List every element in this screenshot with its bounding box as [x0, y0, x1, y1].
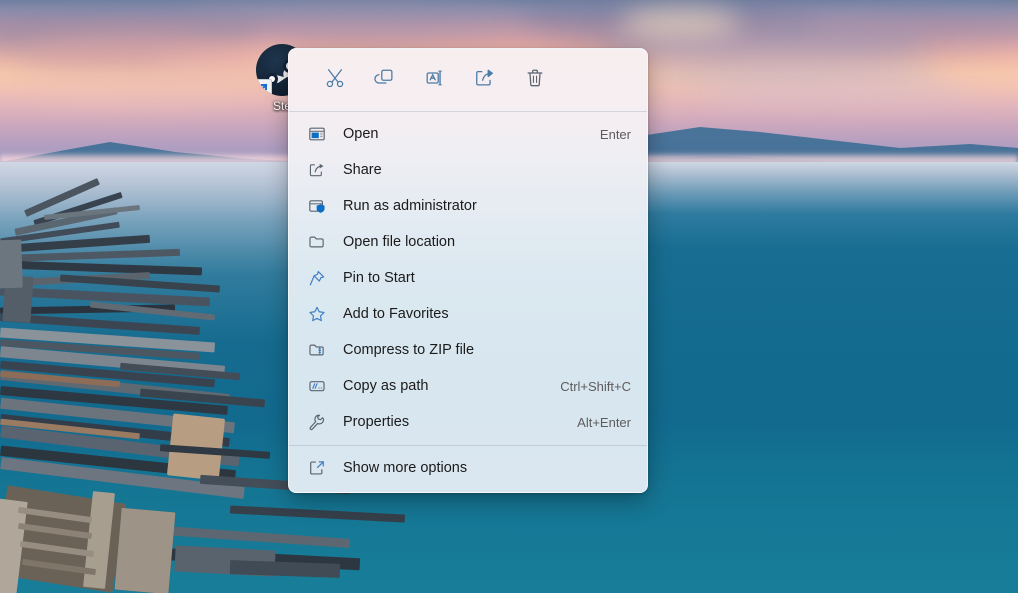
- menu-item-compress-to-zip-file[interactable]: Compress to ZIP file: [293, 332, 643, 368]
- copy-icon: [374, 67, 396, 94]
- menu-item-show-more-options[interactable]: Show more options: [293, 450, 643, 486]
- menu-item-properties[interactable]: Properties Alt+Enter: [293, 404, 643, 440]
- menu-item-label: Add to Favorites: [343, 306, 449, 322]
- menu-item-run-as-administrator[interactable]: Run as administrator: [293, 188, 643, 224]
- menu-item-open[interactable]: Open Enter: [293, 116, 643, 152]
- wrench-icon: [307, 412, 327, 432]
- menu-item-accelerator: Alt+Enter: [577, 414, 631, 430]
- share-box-icon: [307, 160, 327, 180]
- menu-item-pin-to-start[interactable]: Pin to Start: [293, 260, 643, 296]
- open-window-icon: [307, 124, 327, 144]
- delete-icon: [524, 67, 546, 94]
- menu-item-accelerator: Enter: [599, 126, 631, 142]
- cut-icon: [324, 67, 346, 94]
- context-menu[interactable]: Open Enter Share Run as administrator Op…: [288, 48, 648, 493]
- context-menu-items[interactable]: Open Enter Share Run as administrator Op…: [289, 112, 647, 445]
- context-menu-footer[interactable]: Show more options: [289, 446, 647, 492]
- menu-item-accelerator: Ctrl+Shift+C: [560, 378, 631, 394]
- menu-item-copy-as-path[interactable]: Copy as path Ctrl+Shift+C: [293, 368, 643, 404]
- copy-button[interactable]: [361, 60, 409, 100]
- menu-item-label: Share: [343, 162, 382, 178]
- share-icon: [474, 67, 496, 94]
- cloud: [700, 80, 980, 106]
- menu-item-label: Copy as path: [343, 378, 429, 394]
- menu-item-label: Properties: [343, 414, 410, 430]
- menu-item-label: Show more options: [343, 460, 468, 476]
- shortcut-arrow-badge: [256, 79, 272, 96]
- menu-item-label: Pin to Start: [343, 270, 415, 286]
- folder-icon: [307, 232, 327, 252]
- menu-item-label: Compress to ZIP file: [343, 342, 475, 358]
- show-more-icon: [307, 458, 327, 478]
- zip-folder-icon: [307, 340, 327, 360]
- menu-item-share[interactable]: Share: [293, 152, 643, 188]
- rename-button[interactable]: [411, 60, 459, 100]
- menu-item-label: Open file location: [343, 234, 456, 250]
- share-button[interactable]: [461, 60, 509, 100]
- rename-icon: [424, 67, 446, 94]
- sun-glow: [620, 8, 740, 38]
- copy-path-icon: [307, 376, 327, 396]
- delete-button[interactable]: [511, 60, 559, 100]
- star-icon: [307, 304, 327, 324]
- pin-icon: [307, 268, 327, 288]
- context-menu-toolbar[interactable]: [289, 49, 647, 111]
- cloud: [30, 78, 250, 104]
- menu-item-label: Run as administrator: [343, 198, 477, 214]
- menu-item-add-to-favorites[interactable]: Add to Favorites: [293, 296, 643, 332]
- menu-item-label: Open: [343, 126, 379, 142]
- desktop[interactable]: Ste Open Enter Share Run as administrato…: [0, 0, 1018, 593]
- shield-admin-icon: [307, 196, 327, 216]
- menu-item-open-file-location[interactable]: Open file location: [293, 224, 643, 260]
- cut-button[interactable]: [311, 60, 359, 100]
